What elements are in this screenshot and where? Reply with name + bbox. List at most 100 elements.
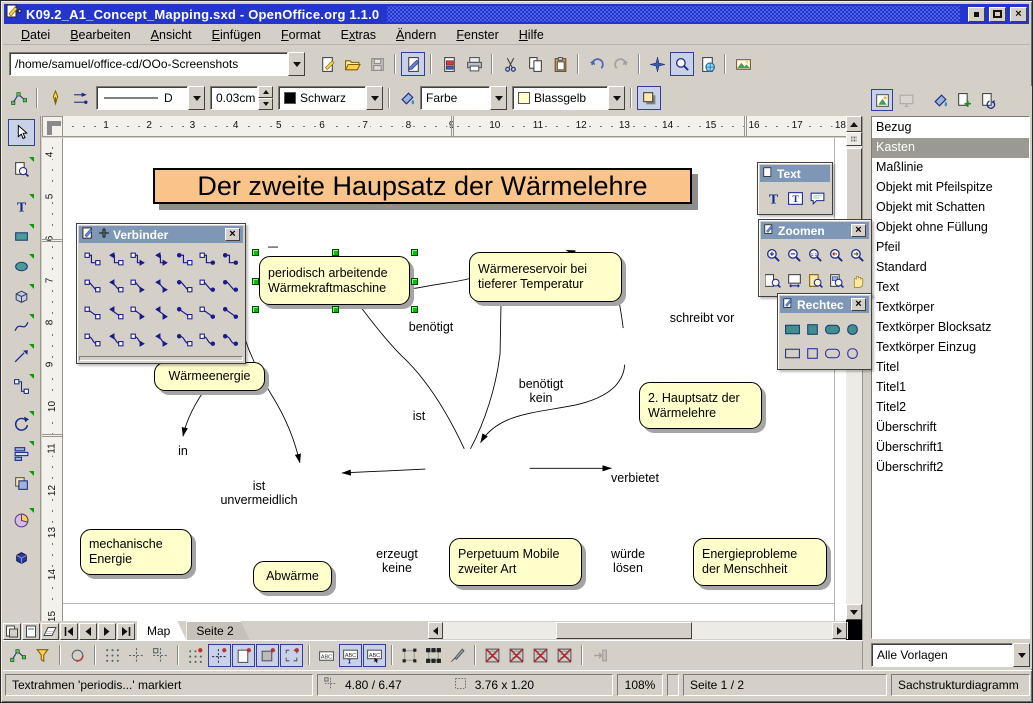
menu-einfgen[interactable]: Einfügen: [202, 26, 271, 44]
maximize-button[interactable]: [989, 7, 1006, 22]
fill-style-icon[interactable]: [395, 86, 419, 110]
style-item-textk-rper-blocksatz[interactable]: Textkörper Blocksatz: [872, 318, 1029, 338]
connector-type-icon-r3c1[interactable]: [82, 302, 104, 324]
rotation-mode-icon[interactable]: [66, 644, 89, 667]
node-perpetuum[interactable]: Perpetuum Mobilezweiter Art: [449, 538, 582, 586]
new-document-icon[interactable]: [315, 52, 339, 76]
selection-handle[interactable]: [332, 306, 339, 313]
graphics-styles-icon[interactable]: [871, 89, 893, 111]
connector-type-icon-r4c2[interactable]: [105, 329, 127, 351]
connector-palette-titlebar[interactable]: Verbinder ×: [79, 226, 243, 243]
curve-tool[interactable]: [8, 313, 35, 340]
zoom-in-icon[interactable]: [763, 244, 785, 266]
gallery-icon[interactable]: [731, 52, 755, 76]
zoom-status[interactable]: 108%: [617, 674, 663, 696]
export-pdf-icon[interactable]: [437, 52, 461, 76]
connector-type-icon-r4c1[interactable]: [82, 329, 104, 351]
node-mechanische-energie[interactable]: mechanischeEnergie: [80, 529, 192, 575]
node-maschine[interactable]: periodisch arbeitendeWärmekraftmaschine: [259, 256, 410, 305]
panel-splitter[interactable]: [862, 116, 868, 669]
style-item-pfeil[interactable]: Pfeil: [872, 238, 1029, 258]
zoom-previous-icon[interactable]: [826, 244, 848, 266]
close-icon[interactable]: ×: [851, 224, 866, 237]
style-item--berschrift[interactable]: Überschrift: [872, 418, 1029, 438]
connector-type-icon-r3c6[interactable]: [197, 302, 219, 324]
line-width-input[interactable]: 0.03cm: [210, 86, 258, 110]
selection-handle[interactable]: [332, 249, 339, 256]
horizontal-scroll-thumb[interactable]: [556, 622, 692, 639]
show-grid-icon[interactable]: [101, 644, 124, 667]
zoom-out-icon[interactable]: [784, 244, 806, 266]
edge-label-verbietet[interactable]: verbietet: [609, 471, 661, 485]
edit-points-icon[interactable]: [7, 644, 30, 667]
style-item-objekt-mit-pfeilspitze[interactable]: Objekt mit Pfeilspitze: [872, 178, 1029, 198]
node-hauptsatz[interactable]: 2. Hauptsatz derWärmelehre: [639, 382, 762, 429]
edge-label-wuerde-loesen[interactable]: würdelösen: [609, 547, 647, 575]
edge-label-ist-unvermeidlich[interactable]: istunvermeidlich: [218, 479, 299, 507]
style-item-textk-rper[interactable]: Textkörper: [872, 298, 1029, 318]
hyperlink-icon[interactable]: [695, 52, 719, 76]
menu-bearbeiten[interactable]: Bearbeiten: [60, 26, 140, 44]
connector-type-icon-r4c5[interactable]: [174, 329, 196, 351]
menu-format[interactable]: Format: [271, 26, 331, 44]
minimize-button[interactable]: [968, 7, 985, 22]
insert-tool[interactable]: [8, 507, 35, 534]
open-icon[interactable]: [340, 52, 364, 76]
edit-points-icon[interactable]: [7, 86, 31, 110]
line-dialog-icon[interactable]: [43, 86, 67, 110]
rounded-rectangle-filled-icon[interactable]: [821, 318, 843, 340]
horizontal-scrollbar[interactable]: [428, 622, 848, 639]
width-up-button[interactable]: [258, 86, 273, 98]
snap-to-grid-icon[interactable]: [184, 644, 207, 667]
style-item-bezug[interactable]: Bezug: [872, 118, 1029, 138]
selection-handle[interactable]: [252, 278, 259, 285]
selection-handle[interactable]: [252, 306, 259, 313]
snap-lines-front-icon[interactable]: [149, 644, 172, 667]
url-dropdown-button[interactable]: [288, 52, 305, 76]
map-title-banner[interactable]: Der zweite Haupsatz der Wärmelehre: [153, 168, 692, 204]
scroll-up-icon[interactable]: [846, 116, 862, 132]
copy-icon[interactable]: [523, 52, 547, 76]
zoom-page-width-icon[interactable]: [784, 269, 806, 291]
scroll-left-icon[interactable]: [428, 622, 443, 639]
text-placeholder-icon[interactable]: [529, 644, 552, 667]
contour-placeholder-icon[interactable]: [505, 644, 528, 667]
simple-handles-icon[interactable]: [398, 644, 421, 667]
3d-controller-tool[interactable]: [8, 544, 35, 571]
shadow-icon[interactable]: [637, 86, 661, 110]
node-energieprobleme[interactable]: Energieproblemeder Menschheit: [693, 538, 827, 586]
style-item--berschrift1[interactable]: Überschrift1: [872, 438, 1029, 458]
edge-label-erzeugt-keine[interactable]: erzeugtkeine: [374, 547, 420, 575]
connector-type-icon-r2c6[interactable]: [197, 275, 219, 297]
fill-placeholder-icon[interactable]: [553, 644, 576, 667]
line-style-dropdown-button[interactable]: [188, 86, 205, 110]
glue-points-icon[interactable]: [31, 644, 54, 667]
title-bar[interactable]: K09.2_A1_Concept_Mapping.sxd - OpenOffic…: [4, 4, 1029, 24]
line-style-combobox[interactable]: D: [96, 86, 205, 110]
menu-extras[interactable]: Extras: [331, 26, 386, 44]
line-arrow-tool[interactable]: [8, 343, 35, 370]
alignment-tool[interactable]: [8, 440, 35, 467]
rotate-tool[interactable]: [8, 410, 35, 437]
square-filled-icon[interactable]: [801, 318, 823, 340]
zoom-optimal-icon[interactable]: [805, 269, 827, 291]
edge-label-schreibt-vor[interactable]: schreibt vor: [668, 311, 737, 325]
connector-type-icon-r1c5[interactable]: [174, 248, 196, 270]
connector-type-icon-r4c4[interactable]: [151, 329, 173, 351]
line-color-dropdown-button[interactable]: [366, 86, 383, 110]
connector-type-icon-r3c5[interactable]: [174, 302, 196, 324]
paste-icon[interactable]: [548, 52, 572, 76]
style-item--berschrift2[interactable]: Überschrift2: [872, 458, 1029, 478]
edge-label-benoetigt[interactable]: benötigt: [407, 320, 455, 334]
url-input[interactable]: /home/samuel/office-cd/OOo-Screenshots: [9, 52, 288, 76]
first-page-icon[interactable]: [60, 623, 78, 640]
fit-text-icon[interactable]: T: [784, 187, 806, 209]
update-style-icon[interactable]: [977, 89, 999, 111]
node-abwaerme[interactable]: Abwärme: [253, 561, 332, 592]
connector-type-icon-r1c1[interactable]: [82, 248, 104, 270]
undo-icon[interactable]: [584, 52, 608, 76]
layer-mode-icon[interactable]: [41, 623, 59, 640]
style-item-objekt-mit-schatten[interactable]: Objekt mit Schatten: [872, 198, 1029, 218]
navigator-icon[interactable]: [645, 52, 669, 76]
line-color-combobox[interactable]: Schwarz: [278, 86, 383, 110]
